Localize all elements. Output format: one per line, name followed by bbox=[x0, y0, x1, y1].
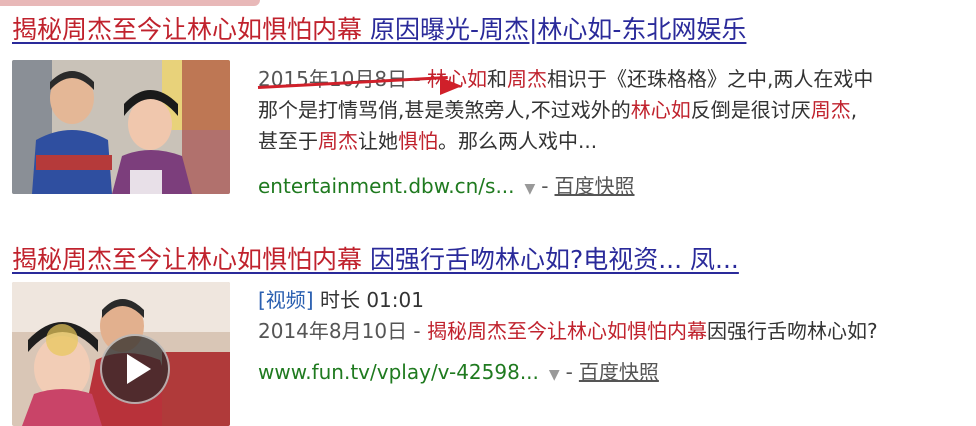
annotation-arrow-head bbox=[440, 77, 462, 95]
title-highlight[interactable]: 揭秘周杰至今让林心如惧怕内幕 bbox=[12, 245, 362, 274]
cache-link[interactable]: 百度快照 bbox=[579, 360, 659, 384]
snippet-text: 。那么两人戏中... bbox=[438, 129, 598, 153]
result-title-link[interactable]: 揭秘周杰至今让林心如惧怕内幕 原因曝光-周杰|林心如-东北网娱乐 bbox=[12, 12, 746, 48]
cache-link[interactable]: 百度快照 bbox=[555, 174, 635, 198]
video-duration: 时长 01:01 bbox=[319, 288, 424, 312]
snippet-line-2: 那个是打情骂俏,甚是羡煞旁人,不过戏外的林心如反倒是很讨厌周杰, bbox=[258, 95, 970, 126]
result-date: 2014年8月10日 bbox=[258, 319, 408, 343]
result-snippet: [视频] 时长 01:01 2014年8月10日 - 揭秘周杰至今让林心如惧怕内… bbox=[258, 285, 970, 347]
video-tag: [视频] bbox=[258, 288, 314, 312]
snippet-text: 甚至于 bbox=[258, 129, 318, 153]
result-url-line: www.fun.tv/vplay/v-42598... ▼ - 百度快照 bbox=[258, 360, 659, 384]
title-highlight[interactable]: 揭秘周杰至今让林心如惧怕内幕 bbox=[12, 15, 362, 44]
result-thumbnail[interactable] bbox=[12, 60, 230, 194]
result-url-line: entertainment.dbw.cn/s... ▼ - 百度快照 bbox=[258, 174, 635, 198]
video-thumbnail[interactable] bbox=[12, 282, 230, 426]
snippet-text: , bbox=[850, 98, 858, 122]
snippet-line-3: 甚至于周杰让她惧怕。那么两人戏中... bbox=[258, 126, 970, 157]
snippet-hl: 林心如 bbox=[630, 98, 691, 122]
caret-down-icon[interactable]: ▼ bbox=[549, 367, 560, 383]
video-meta-line: [视频] 时长 01:01 bbox=[258, 285, 970, 316]
result-url[interactable]: www.fun.tv/vplay/v-42598... bbox=[258, 360, 539, 384]
snippet-hl: 周杰 bbox=[810, 98, 851, 122]
title-rest[interactable]: 原因曝光-周杰|林心如-东北网娱乐 bbox=[362, 15, 746, 44]
snippet-text: 反倒是很讨厌 bbox=[690, 98, 811, 122]
snippet-text: 让她 bbox=[358, 129, 398, 153]
snippet-text: 那个是打情骂俏,甚是羡煞旁人,不过戏外的 bbox=[258, 98, 631, 122]
snippet-text: 和 bbox=[487, 67, 508, 91]
snippet-text: 因强行舌吻林心如? bbox=[707, 319, 878, 343]
snippet-text: 相识于《还珠格格》之中,两人在戏中 bbox=[547, 67, 874, 91]
snippet-hl: 揭秘周杰至今让林心如惧怕内幕 bbox=[427, 319, 708, 343]
result-url[interactable]: entertainment.dbw.cn/s... bbox=[258, 174, 515, 198]
snippet-hl: 周杰 bbox=[318, 129, 358, 153]
snippet-hl: 惧怕 bbox=[398, 129, 438, 153]
play-icon[interactable] bbox=[100, 334, 170, 404]
result-title-link[interactable]: 揭秘周杰至今让林心如惧怕内幕 因强行舌吻林心如?电视资... 凤... bbox=[12, 242, 739, 278]
snippet-line-1: 2014年8月10日 - 揭秘周杰至今让林心如惧怕内幕因强行舌吻林心如? bbox=[258, 319, 878, 343]
result-snippet: 2015年10月8日 - 林心如和周杰相识于《还珠格格》之中,两人在戏中 那个是… bbox=[258, 64, 970, 157]
caret-down-icon[interactable]: ▼ bbox=[525, 181, 536, 197]
snippet-hl: 周杰 bbox=[507, 67, 548, 91]
title-rest[interactable]: 因强行舌吻林心如?电视资... 凤... bbox=[362, 245, 739, 274]
annotation-arrow-top bbox=[0, 0, 260, 6]
